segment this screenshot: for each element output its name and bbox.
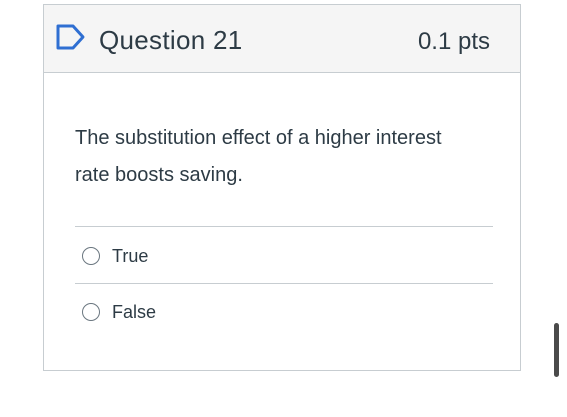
- answer-divider: [75, 283, 493, 284]
- answer-divider: [75, 226, 493, 227]
- flag-question-icon[interactable]: [56, 24, 86, 50]
- question-header: Question 21 0.1 pts: [44, 5, 520, 73]
- answer-label-false: False: [112, 301, 157, 322]
- answer-option-true[interactable]: True: [82, 242, 148, 270]
- answer-option-false[interactable]: False: [82, 298, 156, 326]
- question-text: The substitution effect of a higher inte…: [75, 127, 442, 186]
- radio-button-false[interactable]: [82, 303, 100, 321]
- answer-label-true: True: [112, 245, 149, 266]
- question-card: Question 21 0.1 pts The substitution eff…: [43, 4, 521, 371]
- question-points: 0.1 pts: [417, 28, 490, 55]
- quiz-page: Question 21 0.1 pts The substitution eff…: [0, 0, 567, 417]
- scrollbar-thumb[interactable]: [554, 323, 559, 377]
- radio-button-true[interactable]: [82, 247, 100, 265]
- question-title: Question 21: [99, 25, 243, 55]
